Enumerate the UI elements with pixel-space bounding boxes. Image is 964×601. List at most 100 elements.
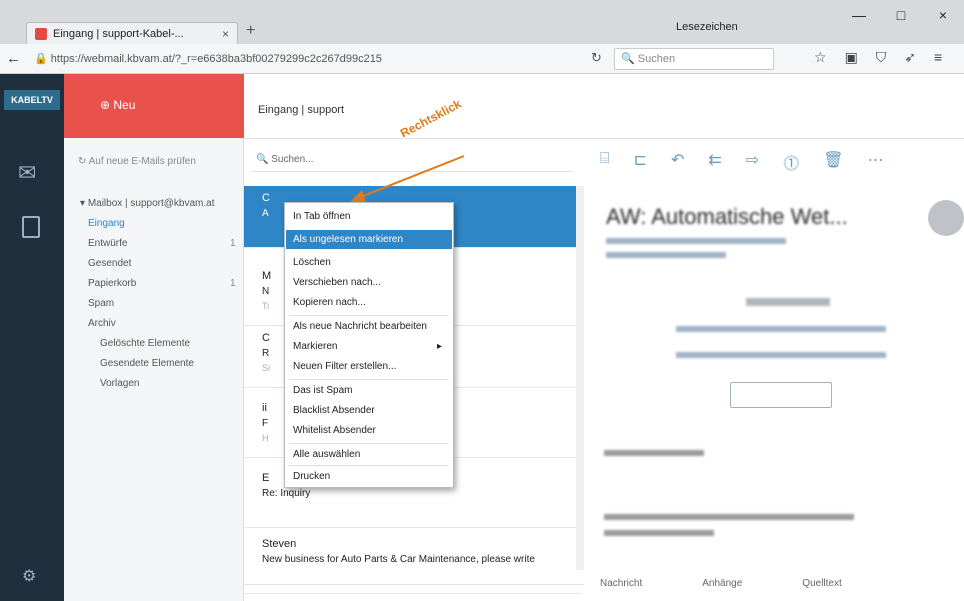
list-scrollbar[interactable]: [576, 186, 584, 570]
body-line: [604, 514, 854, 520]
attachment-line: [676, 326, 886, 332]
reply-all-icon[interactable]: ⇇: [708, 150, 721, 174]
menu-item-mark-unread[interactable]: Als ungelesen markieren: [293, 234, 403, 245]
browser-tab[interactable]: Eingang | support-Kabel-... ×: [26, 22, 238, 46]
menu-item-whitelist[interactable]: Whitelist Absender: [293, 425, 376, 436]
new-bar: [64, 74, 244, 138]
mail-icon[interactable]: ✉: [18, 160, 36, 186]
fullscreen-icon[interactable]: ⊏: [634, 150, 647, 174]
minimize-button[interactable]: —: [838, 0, 880, 30]
folder-sent-items[interactable]: Gesendete Elemente: [100, 358, 194, 369]
message-from: Steven: [262, 538, 297, 550]
tab-message[interactable]: Nachricht: [600, 578, 642, 589]
body-line: [604, 530, 714, 536]
list-search-placeholder: Suchen...: [271, 154, 314, 165]
recipient-line: [606, 252, 726, 258]
tab-source[interactable]: Quelltext: [802, 578, 841, 589]
clipboard-icon[interactable]: ▣: [845, 49, 858, 66]
folder-label: Gelöschte Elemente: [100, 338, 191, 349]
contacts-icon[interactable]: [22, 216, 40, 238]
folder-label: Spam: [88, 298, 115, 309]
message-subject: F: [262, 418, 269, 429]
folder-label: Gesendet: [88, 258, 132, 269]
folder-templates[interactable]: Vorlagen: [100, 378, 139, 389]
menu-separator: [289, 465, 449, 466]
logo: KABELTV: [4, 90, 60, 110]
message-subject: Re: Inquiry: [262, 488, 311, 499]
layout-icon[interactable]: ⌸: [600, 150, 610, 174]
folder-drafts[interactable]: Entwürfe 1: [88, 238, 236, 249]
folder-label: Vorlagen: [100, 378, 140, 389]
settings-icon[interactable]: ⚙: [22, 566, 36, 586]
message-preview: Si: [262, 363, 271, 373]
url-field[interactable]: 🔒 https://webmail.kbvam.at/?_r=e6638ba3b…: [34, 49, 584, 69]
star-icon[interactable]: ☆: [814, 49, 827, 66]
list-footer: [244, 584, 584, 601]
folder-archive[interactable]: Archiv: [88, 318, 116, 329]
context-menu: In Tab öffnen Als ungelesen markieren Lö…: [284, 202, 454, 488]
body-line: [604, 450, 704, 456]
message-from: E: [262, 472, 270, 484]
bookmarks-label[interactable]: Lesezeichen: [676, 21, 738, 33]
menu-item-blacklist[interactable]: Blacklist Absender: [293, 405, 375, 416]
reply-icon[interactable]: ↶: [671, 150, 684, 174]
message-subject: A: [262, 208, 269, 219]
message-subject: New business for Auto Parts & Car Mainte…: [262, 554, 535, 565]
menu-item-delete[interactable]: Löschen: [293, 257, 331, 268]
folder-count: 1: [230, 278, 236, 289]
menu-separator: [289, 443, 449, 444]
message-subject: R: [262, 348, 270, 359]
menu-item-spam[interactable]: Das ist Spam: [293, 385, 352, 396]
menu-separator: [289, 315, 449, 316]
more-icon[interactable]: ⋯: [868, 150, 884, 174]
trash-icon[interactable]: 🗑: [823, 150, 843, 174]
message-preview: Ti: [262, 301, 270, 311]
favicon-icon: [35, 28, 47, 40]
menu-icon[interactable]: ≡: [934, 49, 942, 66]
new-button[interactable]: ⊕ Neu: [100, 98, 135, 112]
folder-sent[interactable]: Gesendet: [88, 258, 131, 269]
shield-icon[interactable]: ⛉: [876, 49, 887, 66]
folder-spam[interactable]: Spam: [88, 298, 114, 309]
menu-item-open-in-tab[interactable]: In Tab öffnen: [293, 211, 350, 222]
menu-separator: [289, 379, 449, 380]
tab-title: Eingang | support-Kabel-...: [53, 28, 184, 40]
tab-close-icon[interactable]: ×: [222, 27, 229, 41]
menu-item-print[interactable]: Drucken: [293, 471, 330, 482]
check-mail-link[interactable]: ↻ Auf neue E-Mails prüfen: [78, 156, 196, 167]
back-arrow-icon[interactable]: ←: [6, 50, 21, 67]
folder-deleted-items[interactable]: Gelöschte Elemente: [100, 338, 190, 349]
attachments-heading: [746, 298, 830, 306]
folder-label: Entwürfe: [88, 238, 128, 249]
forward-icon[interactable]: ⇨: [746, 150, 759, 174]
message-from: C: [262, 332, 270, 344]
show-all-button[interactable]: [730, 382, 832, 408]
folder-inbox[interactable]: Eingang: [88, 218, 125, 229]
menu-item-copy-to[interactable]: Kopieren nach...: [293, 297, 366, 308]
breadcrumb: Eingang | support: [258, 104, 345, 116]
reading-tabs: Nachricht Anhänge Quelltext: [600, 578, 842, 589]
reading-subject: AW: Automatische Wet...: [606, 204, 848, 229]
account-name: Mailbox | support@kbvam.at: [87, 198, 215, 209]
folder-label: Eingang: [88, 218, 125, 229]
folder-count: 1: [230, 238, 236, 249]
menu-item-select-all[interactable]: Alle auswählen: [293, 449, 360, 460]
reading-toolbar: ⌸ ⊏ ↶ ⇇ ⇨ ⓵ 🗑 ⋯: [600, 150, 884, 174]
pointer-icon[interactable]: ➶: [904, 49, 916, 66]
menu-item-edit-as-new[interactable]: Als neue Nachricht bearbeiten: [293, 321, 427, 332]
menu-item-mark[interactable]: Markieren: [293, 341, 337, 352]
menu-item-new-filter[interactable]: Neuen Filter erstellen...: [293, 361, 396, 372]
menu-item-move-to[interactable]: Verschieben nach...: [293, 277, 381, 288]
window-controls: — □ ×: [838, 0, 964, 30]
reload-icon[interactable]: ↻: [591, 50, 602, 66]
account-label[interactable]: ▾ Mailbox | support@kbvam.at: [80, 198, 215, 209]
browser-search-input[interactable]: 🔍 Suchen: [614, 48, 774, 70]
new-tab-button[interactable]: +: [246, 22, 255, 40]
maximize-button[interactable]: □: [880, 0, 922, 30]
close-button[interactable]: ×: [922, 0, 964, 30]
folder-trash[interactable]: Papierkorb 1: [88, 278, 236, 289]
flag-icon[interactable]: ⓵: [783, 150, 799, 174]
annotation-arrow: [350, 155, 465, 202]
message-from: C: [262, 192, 270, 204]
tab-attachments[interactable]: Anhänge: [702, 578, 742, 589]
